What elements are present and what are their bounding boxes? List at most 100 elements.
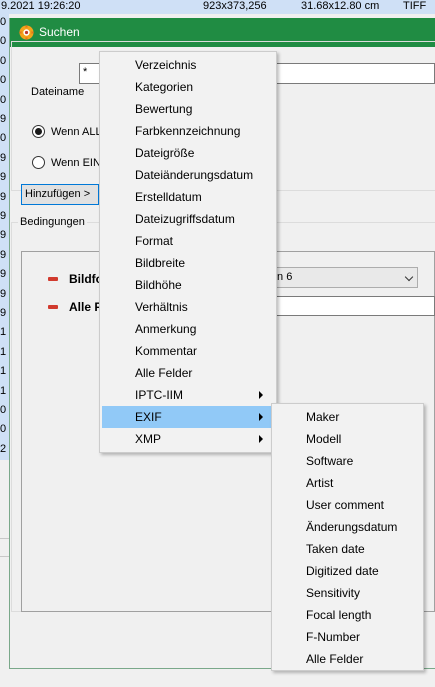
menu-item-bildhöhe[interactable]: Bildhöhe: [102, 274, 274, 296]
submenu-arrow-icon: [259, 413, 263, 421]
submenu-item-focal-length[interactable]: Focal length: [274, 604, 422, 626]
menu-item-label: Format: [135, 234, 174, 248]
file-list-cell: 0: [0, 35, 7, 48]
separator: [0, 556, 9, 557]
condition-label: Bildfo: [69, 272, 103, 286]
menu-item-label: IPTC-IIM: [135, 388, 183, 402]
file-list-cell: 1: [0, 384, 7, 397]
dialog-title: Suchen: [39, 25, 80, 39]
minus-icon[interactable]: [48, 305, 58, 309]
submenu-item-label: Artist: [306, 476, 334, 490]
menu-item-verzeichnis[interactable]: Verzeichnis: [102, 54, 274, 76]
menu-item-label: Alle Felder: [135, 366, 193, 380]
menu-item-label: Verhältnis: [135, 300, 188, 314]
submenu-item-alle-felder[interactable]: Alle Felder: [274, 648, 422, 670]
submenu-item-modell[interactable]: Modell: [274, 428, 422, 450]
field-context-menu: Verzeichnis Kategorien Bewertung Farbkennze…: [99, 51, 277, 453]
file-list-cell: 0: [0, 423, 7, 436]
menu-item-bildbreite[interactable]: Bildbreite: [102, 252, 274, 274]
submenu-item-artist[interactable]: Artist: [274, 472, 422, 494]
menu-item-label: Dateigröße: [135, 146, 195, 160]
file-list-cell: 9: [0, 229, 7, 242]
match-any-radio[interactable]: [32, 156, 45, 169]
menu-item-dateiänderungsdatum[interactable]: Dateiänderungsdatum: [102, 164, 274, 186]
menu-item-iptc-iim[interactable]: IPTC-IIM: [102, 384, 274, 406]
menu-item-label: Kategorien: [135, 80, 194, 94]
menu-item-label: XMP: [135, 432, 162, 446]
match-all-radio[interactable]: [32, 125, 45, 138]
file-list-cell: 0: [0, 16, 7, 28]
filename-label: Dateiname: [31, 86, 85, 98]
menu-item-dateigröße[interactable]: Dateigröße: [102, 142, 274, 164]
menu-item-kategorien[interactable]: Kategorien: [102, 76, 274, 98]
submenu-item-label: Sensitivity: [306, 586, 361, 600]
menu-item-farbkennzeichnung[interactable]: Farbkennzeichnung: [102, 120, 274, 142]
submenu-item-maker[interactable]: Maker: [274, 406, 422, 428]
file-list-cell: 0: [0, 74, 7, 87]
match-any-label: Wenn EIN: [51, 157, 101, 169]
add-button[interactable]: Hinzufügen >: [21, 184, 99, 205]
menu-item-label: Dateiänderungsdatum: [135, 168, 254, 182]
menu-item-label: Anmerkung: [135, 322, 197, 336]
file-size: 31.68x12.80 cm: [301, 0, 380, 12]
submenu-item-digitized-date[interactable]: Digitized date: [274, 560, 422, 582]
file-list-cell: 9: [0, 171, 7, 184]
menu-item-xmp[interactable]: XMP: [102, 428, 274, 450]
menu-item-bewertung[interactable]: Bewertung: [102, 98, 274, 120]
file-date: 9.2021 19:26:20: [1, 0, 81, 12]
menu-item-label: EXIF: [135, 410, 162, 424]
file-list-cell: 9: [0, 268, 7, 281]
file-list-lower: [0, 460, 9, 687]
minus-icon[interactable]: [48, 277, 58, 281]
menu-item-format[interactable]: Format: [102, 230, 274, 252]
file-list-cell: 0: [0, 54, 7, 67]
submenu-item-label: Focal length: [306, 608, 372, 622]
file-resolution: 923x373,256: [203, 0, 267, 12]
menu-item-label: Farbkennzeichnung: [135, 124, 241, 138]
menu-item-label: Bildhöhe: [135, 278, 182, 292]
menu-item-label: Bildbreite: [135, 256, 186, 270]
file-list-cell: 9: [0, 190, 7, 203]
submenu-item-label: Änderungsdatum: [306, 520, 398, 534]
menu-item-verhältnis[interactable]: Verhältnis: [102, 296, 274, 318]
condition-value-input[interactable]: [256, 296, 435, 316]
match-all-label: Wenn ALL: [51, 126, 102, 138]
file-format: TIFF: [403, 0, 427, 12]
file-list-cell: 1: [0, 326, 7, 339]
separator: [0, 538, 9, 539]
file-list-cell: 9: [0, 287, 7, 300]
condition-combo[interactable]: sion 6: [256, 267, 418, 288]
submenu-item-label: Maker: [306, 410, 340, 424]
file-list-cell: 0: [0, 404, 7, 416]
submenu-item-label: Alle Felder: [306, 652, 364, 666]
submenu-arrow-icon: [259, 435, 263, 443]
exif-submenu: Maker Modell Software Artist User comment Änd…: [271, 403, 424, 671]
submenu-item-label: F-Number: [306, 630, 361, 644]
xnview-app-icon: [18, 24, 35, 41]
submenu-item-software[interactable]: Software: [274, 450, 422, 472]
file-list-cell: 9: [0, 307, 7, 319]
conditions-title: Bedingungen: [18, 216, 87, 228]
menu-item-label: Erstelldatum: [135, 190, 202, 204]
submenu-item-änderungsdatum[interactable]: Änderungsdatum: [274, 516, 422, 538]
menu-item-anmerkung[interactable]: Anmerkung: [102, 318, 274, 340]
submenu-item-sensitivity[interactable]: Sensitivity: [274, 582, 422, 604]
menu-item-label: Dateizugriffsdatum: [135, 212, 235, 226]
submenu-item-user-comment[interactable]: User comment: [274, 494, 422, 516]
submenu-item-f-number[interactable]: F-Number: [274, 626, 422, 648]
menu-item-alle-felder[interactable]: Alle Felder: [102, 362, 274, 384]
submenu-item-label: Digitized date: [306, 564, 379, 578]
menu-item-exif[interactable]: EXIF: [102, 406, 274, 428]
menu-item-erstelldatum[interactable]: Erstelldatum: [102, 186, 274, 208]
menu-item-dateizugriffsdatum[interactable]: Dateizugriffsdatum: [102, 208, 274, 230]
menu-item-label: Bewertung: [135, 102, 193, 116]
file-list-cell: 1: [0, 365, 7, 378]
menu-item-kommentar[interactable]: Kommentar: [102, 340, 274, 362]
file-list-row[interactable]: 9.2021 19:26:20 923x373,256 31.68x12.80 …: [0, 0, 435, 14]
file-list-cell: 0: [0, 132, 7, 145]
menu-item-label: Verzeichnis: [135, 58, 197, 72]
submenu-item-taken-date[interactable]: Taken date: [274, 538, 422, 560]
file-list-cell: 0: [0, 93, 7, 106]
filename-value: *: [83, 66, 88, 78]
file-list-left-column[interactable]: 0 0 0 0 0 9 0 9 9 9 9 9 9 9 9 9 1 1 1 1 0 0 2: [0, 14, 9, 460]
